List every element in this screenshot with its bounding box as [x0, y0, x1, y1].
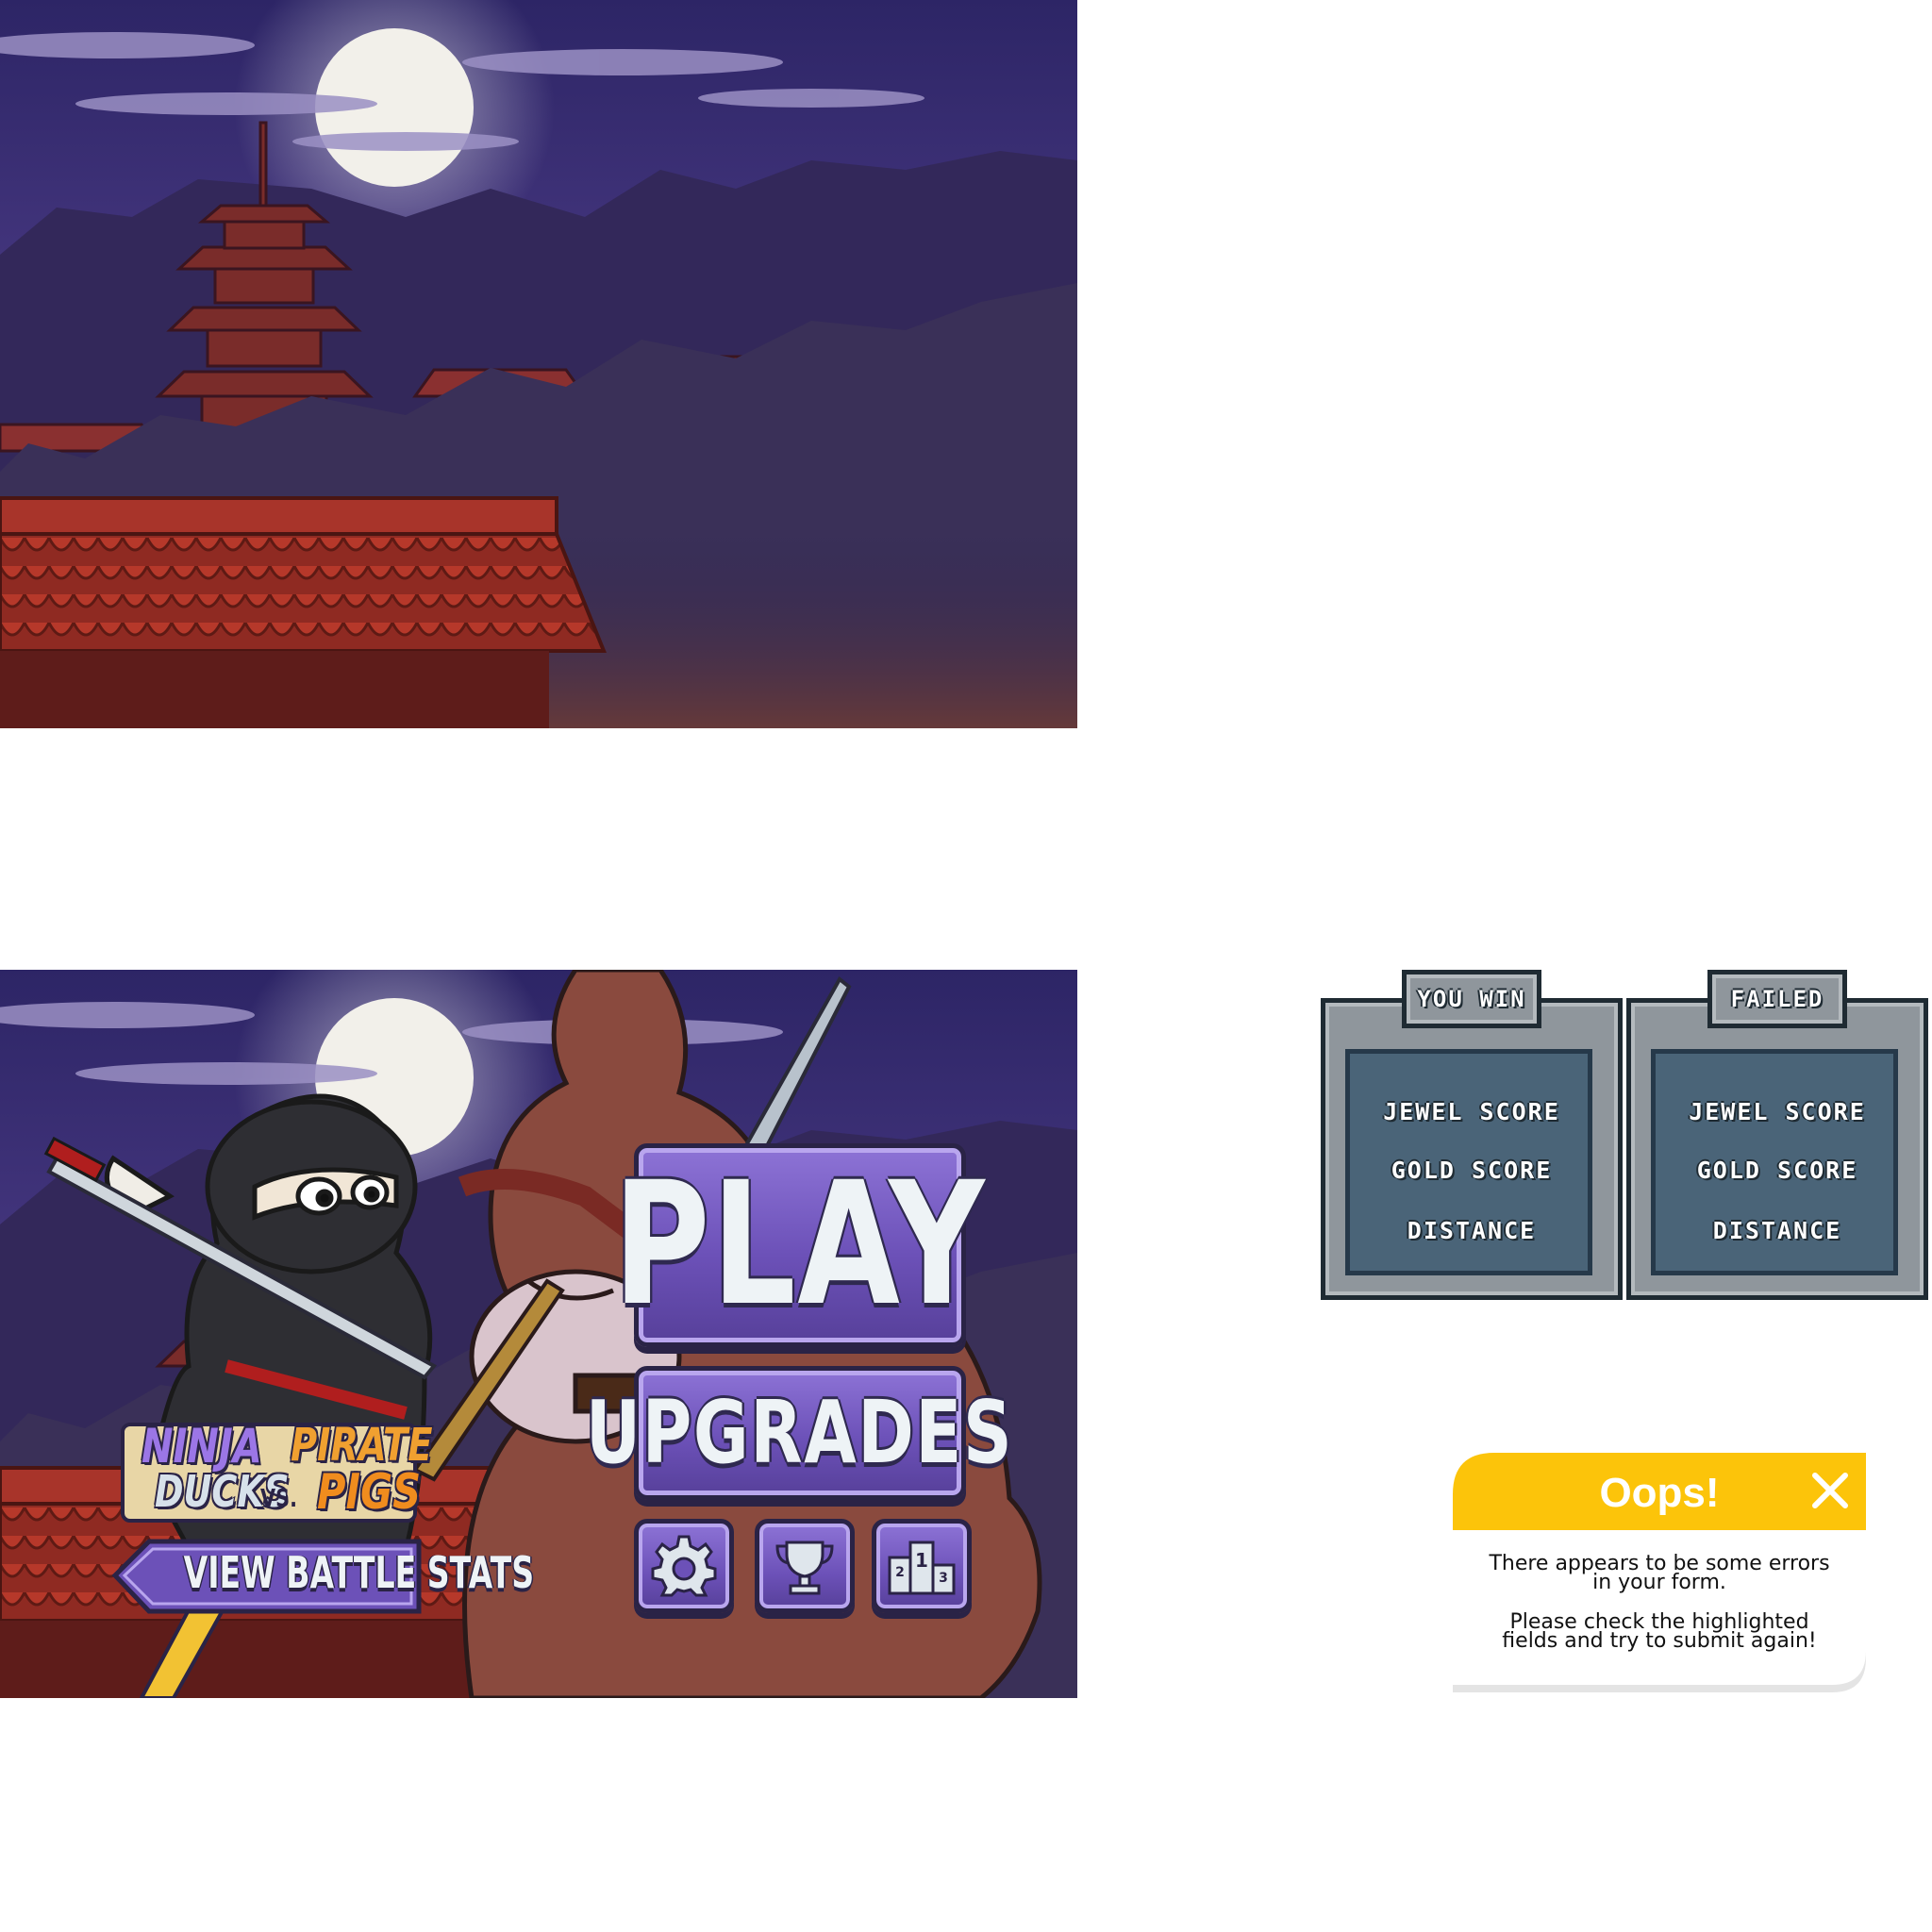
podium-second-place: 2: [895, 1565, 905, 1580]
gear-icon: [651, 1535, 717, 1597]
jewel-score-label: JEWEL SCORE: [1383, 1098, 1560, 1125]
podium-icon: 1 2 3: [888, 1541, 956, 1595]
panel-title: FAILED: [1730, 986, 1824, 1012]
settings-button[interactable]: [634, 1519, 734, 1613]
failed-panel: FAILED JEWEL SCORE GOLD SCORE DISTANCE: [1626, 970, 1928, 1300]
panel-title-tab: FAILED: [1707, 970, 1847, 1028]
upgrades-label: UPGRADES: [586, 1382, 1014, 1483]
play-button[interactable]: PLAY: [613, 1143, 985, 1347]
podium-first-place: 1: [915, 1549, 928, 1572]
background-scene-top: [0, 0, 1077, 728]
logo-pigs-text: PIGS: [317, 1464, 422, 1521]
distance-label: DISTANCE: [1712, 1217, 1842, 1244]
gold-score-label: GOLD SCORE: [1391, 1157, 1553, 1184]
panel-title-tab: YOU WIN: [1402, 970, 1541, 1028]
upgrades-button[interactable]: UPGRADES: [586, 1366, 1012, 1500]
leaderboard-button[interactable]: 1 2 3: [872, 1519, 972, 1613]
dialog-title: Oops!: [1599, 1470, 1720, 1516]
panel-title: YOU WIN: [1417, 986, 1526, 1012]
logo-vs-text: VS.: [260, 1485, 297, 1513]
error-dialog: Oops! There appears to be some errors in…: [1453, 1453, 1866, 1696]
podium-third-place: 3: [939, 1571, 948, 1586]
dialog-message-instructions: Please check the highlighted fields and …: [1502, 1610, 1817, 1653]
gold-score-label: GOLD SCORE: [1696, 1157, 1858, 1184]
logo-ninja-text: NINJA: [142, 1419, 262, 1474]
logo-pirate-text: PIRATE: [291, 1419, 433, 1472]
jewel-score-label: JEWEL SCORE: [1689, 1098, 1866, 1125]
dialog-message-errors: There appears to be some errors in your …: [1489, 1552, 1830, 1594]
trophy-icon: [775, 1541, 834, 1595]
close-icon[interactable]: [1807, 1468, 1853, 1513]
trophy-button[interactable]: [755, 1519, 855, 1613]
temple-night-background: [0, 0, 1077, 728]
play-label: PLAY: [613, 1146, 987, 1343]
main-roof: [0, 496, 607, 728]
view-battle-stats-button[interactable]: VIEW BATTLE STATS: [111, 1538, 535, 1615]
distance-label: DISTANCE: [1407, 1217, 1537, 1244]
game-logo: NINJA DUCKS VS. PIRATE PIGS: [117, 1419, 432, 1524]
you-win-panel: YOU WIN JEWEL SCORE GOLD SCORE DISTANCE: [1321, 970, 1623, 1300]
view-battle-stats-label: VIEW BATTLE STATS: [183, 1547, 535, 1598]
